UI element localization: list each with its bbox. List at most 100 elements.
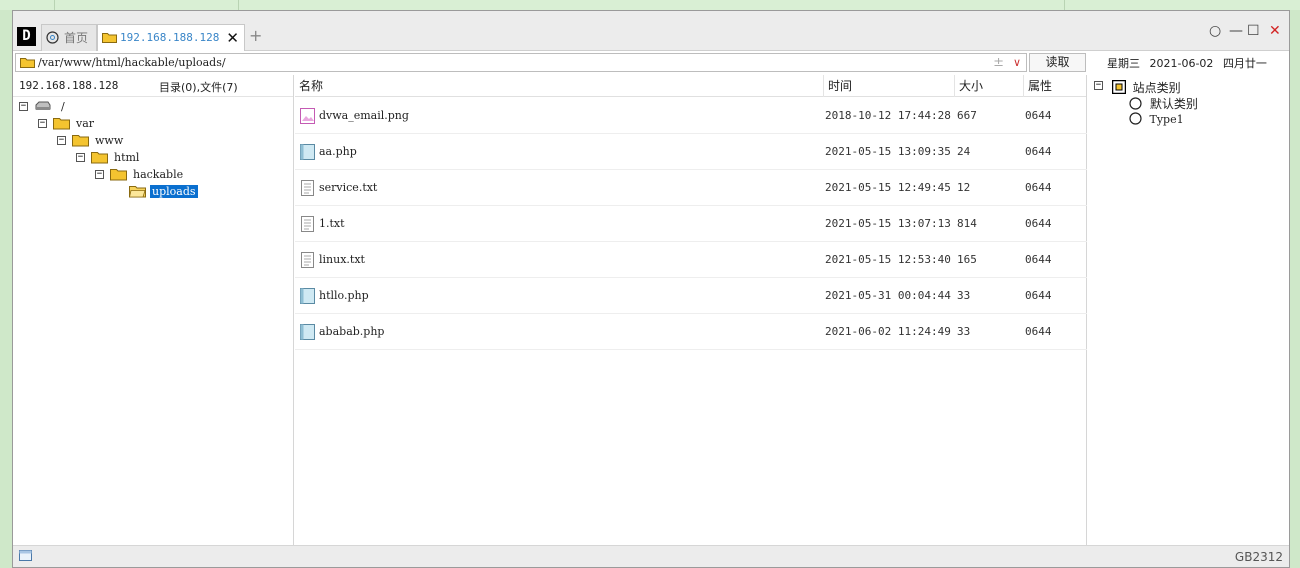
close-tab-icon[interactable]: ✕ <box>226 25 239 51</box>
file-size: 12 <box>957 181 971 194</box>
tab-home[interactable]: 首页 <box>41 24 97 51</box>
php-file-icon <box>300 288 315 304</box>
dir-file-count: 目录(0),文件(7) <box>159 81 238 94</box>
date-display: 星期三 2021-06-02 四月廿一 <box>1107 55 1273 71</box>
category-item-label: Type1 <box>1149 113 1184 126</box>
file-time: 2021-05-15 12:49:45 <box>825 181 951 194</box>
file-name: linux.txt <box>319 253 365 266</box>
globe-icon <box>1129 112 1142 125</box>
app-logo[interactable]: D <box>17 27 36 46</box>
file-name: aa.php <box>319 145 357 158</box>
category-root-label: 站点类别 <box>1132 81 1181 95</box>
tree-label: / <box>61 100 65 113</box>
file-perm: 0644 <box>1025 145 1052 158</box>
status-bar: GB2312 <box>13 545 1289 567</box>
path-text: /var/www/html/hackable/uploads/ <box>38 56 226 69</box>
tree-label: hackable <box>133 168 184 181</box>
collapse-icon[interactable]: − <box>95 170 104 179</box>
path-input[interactable]: /var/www/html/hackable/uploads/ ± ∨ <box>15 53 1027 72</box>
file-row[interactable]: dvwa_email.png 2018-10-12 17:44:28 667 0… <box>295 98 1087 134</box>
file-time: 2018-10-12 17:44:28 <box>825 109 951 122</box>
file-row[interactable]: aa.php 2021-05-15 13:09:35 24 0644 <box>295 134 1087 170</box>
file-row[interactable]: service.txt 2021-05-15 12:49:45 12 0644 <box>295 170 1087 206</box>
host-label: 192.168.188.128 <box>19 79 119 92</box>
text-file-icon <box>301 252 314 268</box>
file-perm: 0644 <box>1025 109 1052 122</box>
chevron-down-icon[interactable]: ∨ <box>1013 54 1021 71</box>
column-header-perm[interactable]: 属性 <box>1023 75 1087 97</box>
site-category-icon <box>1111 79 1127 95</box>
column-header-size[interactable]: 大小 <box>954 75 1023 97</box>
tab-host[interactable]: 192.168.188.128 ✕ <box>97 24 245 51</box>
tab-bar: D 首页 192.168.188.128 ✕ + ○ — ☐ ✕ <box>13 11 1289 51</box>
file-size: 33 <box>957 289 971 302</box>
collapse-icon[interactable]: − <box>1094 81 1103 90</box>
folder-icon <box>110 169 127 181</box>
collapse-icon[interactable]: − <box>38 119 47 128</box>
collapse-icon[interactable]: − <box>76 153 85 162</box>
column-header-time[interactable]: 时间 <box>823 75 954 97</box>
file-row[interactable]: linux.txt 2021-05-15 12:53:40 165 0644 <box>295 242 1087 278</box>
date-text: 2021-06-02 <box>1149 57 1214 70</box>
app-window: D 首页 192.168.188.128 ✕ + ○ — ☐ ✕ /var/ww… <box>12 10 1290 568</box>
drive-icon <box>35 101 51 110</box>
collapse-icon[interactable]: − <box>57 136 66 145</box>
file-size: 24 <box>957 145 971 158</box>
file-perm: 0644 <box>1025 181 1052 194</box>
folder-icon <box>53 118 70 130</box>
file-perm: 0644 <box>1025 217 1052 230</box>
close-window-icon[interactable]: ✕ <box>1269 23 1281 39</box>
folder-icon <box>20 58 35 68</box>
file-time: 2021-05-15 13:09:35 <box>825 145 951 158</box>
text-file-icon <box>301 216 314 232</box>
file-perm: 0644 <box>1025 253 1052 266</box>
tree-label: html <box>114 151 140 164</box>
encoding-label[interactable]: GB2312 <box>1235 550 1283 564</box>
tab-host-label: 192.168.188.128 <box>120 31 220 44</box>
category-item[interactable]: 默认类别 <box>1129 95 1198 112</box>
plus-minus-icon[interactable]: ± <box>993 54 1004 71</box>
maximize-icon[interactable]: ☐ <box>1247 23 1260 39</box>
site-category-panel: − 站点类别 默认类别 Type1 <box>1088 75 1288 545</box>
php-file-icon <box>300 144 315 160</box>
minimize-icon[interactable]: — <box>1229 23 1243 39</box>
globe-icon <box>46 31 59 44</box>
window-icon <box>19 550 32 561</box>
lunar-date-text: 四月廿一 <box>1222 57 1267 70</box>
read-button[interactable]: 读取 <box>1029 53 1086 72</box>
folder-icon <box>91 152 108 164</box>
file-size: 33 <box>957 325 971 338</box>
globe-icon <box>1129 97 1142 110</box>
file-time: 2021-05-15 12:53:40 <box>825 253 951 266</box>
category-item[interactable]: Type1 <box>1129 112 1184 126</box>
circle-icon[interactable]: ○ <box>1209 23 1221 39</box>
desktop-divider <box>238 0 239 10</box>
category-root[interactable]: − 站点类别 <box>1094 79 1181 96</box>
file-name: dvwa_email.png <box>319 109 409 122</box>
php-file-icon <box>300 324 315 340</box>
file-row[interactable]: ababab.php 2021-06-02 11:24:49 33 0644 <box>295 314 1087 350</box>
file-row[interactable]: 1.txt 2021-05-15 13:07:13 814 0644 <box>295 206 1087 242</box>
add-tab-button[interactable]: + <box>249 26 262 45</box>
weekday-text: 星期三 <box>1107 57 1140 70</box>
file-size: 165 <box>957 253 977 266</box>
file-time: 2021-06-02 11:24:49 <box>825 325 951 338</box>
folder-icon <box>72 135 89 147</box>
tree-header: 192.168.188.128 目录(0),文件(7) <box>13 75 293 97</box>
file-size: 814 <box>957 217 977 230</box>
desktop-divider <box>54 0 55 10</box>
text-file-icon <box>301 180 314 196</box>
file-time: 2021-05-31 00:04:44 <box>825 289 951 302</box>
file-time: 2021-05-15 13:07:13 <box>825 217 951 230</box>
tree-label: www <box>95 134 124 147</box>
column-header-name[interactable]: 名称 <box>295 75 823 97</box>
tree-label: var <box>76 117 95 130</box>
desktop-strip <box>0 0 1300 10</box>
file-list-panel: 名称 时间 大小 属性 dvwa_email.png 2018-10-12 17… <box>295 75 1087 545</box>
folder-open-icon <box>129 186 146 198</box>
file-row[interactable]: htllo.php 2021-05-31 00:04:44 33 0644 <box>295 278 1087 314</box>
path-bar: /var/www/html/hackable/uploads/ ± ∨ 读取 <box>13 52 1087 74</box>
collapse-icon[interactable]: − <box>19 102 28 111</box>
file-perm: 0644 <box>1025 325 1052 338</box>
tree-label-selected: uploads <box>150 185 198 198</box>
